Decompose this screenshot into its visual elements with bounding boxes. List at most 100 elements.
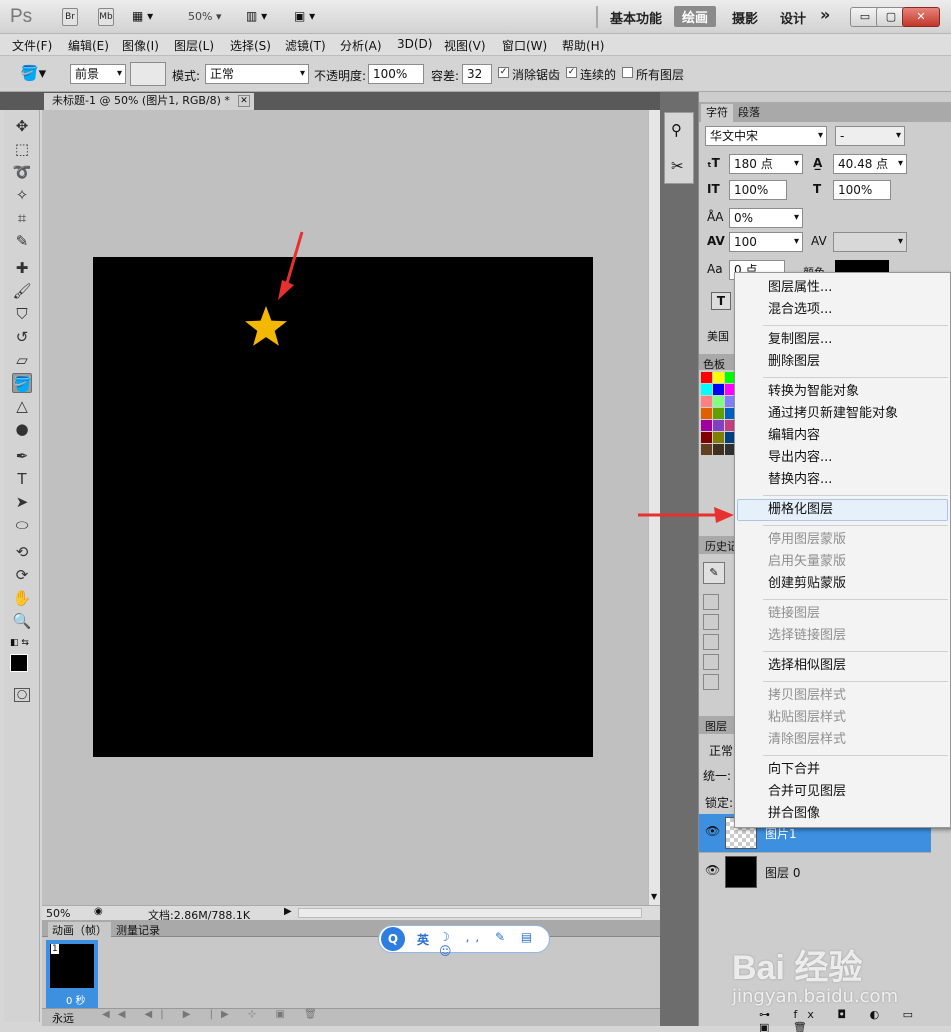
menu-layer-properties[interactable]: 图层属性... xyxy=(768,277,832,299)
paint-bucket-tool-icon[interactable]: 🪣 xyxy=(12,373,32,393)
tab-swatches[interactable]: 色板 xyxy=(703,356,725,372)
menu-window[interactable]: 窗口(W) xyxy=(502,37,547,54)
document-tab[interactable]: 未标题-1 @ 50% (图片1, RGB/8) * ✕ xyxy=(44,93,254,110)
history-checkbox[interactable] xyxy=(703,614,719,630)
marquee-tool-icon[interactable]: ⬚ xyxy=(12,139,32,159)
frame-1[interactable]: 1 0 秒 xyxy=(46,940,98,1008)
swatches-grid[interactable] xyxy=(701,372,737,458)
workspace-essentials[interactable]: 基本功能 xyxy=(610,8,662,27)
paint-bucket-icon[interactable]: 🪣▾ xyxy=(20,64,46,82)
zoom-level-dropdown[interactable]: 50% ▾ xyxy=(188,10,221,23)
default-colors-icon[interactable]: ◧ ⇆ xyxy=(10,638,29,648)
status-menu-arrow[interactable]: ▶ xyxy=(284,906,292,917)
menu-analysis[interactable]: 分析(A) xyxy=(340,37,382,54)
ime-language[interactable]: 英 xyxy=(417,931,429,948)
crop-tool-icon[interactable]: ⌗ xyxy=(12,208,32,228)
font-size-input[interactable]: 180 点 xyxy=(729,154,803,174)
bridge-button[interactable]: Br xyxy=(62,8,78,26)
tab-layers[interactable]: 图层 xyxy=(705,718,727,734)
text-style-bold-icon[interactable]: T xyxy=(711,292,731,310)
baseline-shift-input[interactable]: 0% xyxy=(729,208,803,228)
menu-help[interactable]: 帮助(H) xyxy=(562,37,604,54)
history-checkbox[interactable] xyxy=(703,654,719,670)
menu-create-clipping-mask[interactable]: 创建剪贴蒙版 xyxy=(768,573,846,595)
ime-tool-icons[interactable]: ☽ ,, ✎ ▤ ☺ xyxy=(439,930,549,958)
workspace-photography[interactable]: 摄影 xyxy=(732,8,758,27)
brush-tool-icon[interactable]: 🖌 xyxy=(12,281,32,301)
layer-row-layer0[interactable]: 👁 图层 0 xyxy=(699,852,931,890)
menu-new-smart-object-via-copy[interactable]: 通过拷贝新建智能对象 xyxy=(768,403,898,425)
3d-rotate-tool-icon[interactable]: ⟲ xyxy=(12,542,32,562)
type-tool-icon[interactable]: T xyxy=(12,469,32,489)
ime-logo-icon[interactable]: Q xyxy=(381,927,405,951)
menu-3d[interactable]: 3D(D) xyxy=(397,37,432,51)
healing-brush-tool-icon[interactable]: ✚ xyxy=(12,258,32,278)
antialias-checkbox[interactable]: ✓ xyxy=(498,67,509,78)
tab-character[interactable]: 字符 xyxy=(701,104,733,122)
menu-replace-contents[interactable]: 替换内容... xyxy=(768,469,832,491)
menu-convert-smart-object[interactable]: 转换为智能对象 xyxy=(768,381,859,403)
tolerance-input[interactable]: 32 xyxy=(462,64,492,84)
menu-edit[interactable]: 编辑(E) xyxy=(68,37,109,54)
tab-paragraph[interactable]: 段落 xyxy=(733,104,765,122)
path-selection-tool-icon[interactable]: ➤ xyxy=(12,492,32,512)
menu-duplicate-layer[interactable]: 复制图层... xyxy=(768,329,832,351)
menu-file[interactable]: 文件(F) xyxy=(12,37,52,54)
tab-animation[interactable]: 动画（帧） xyxy=(48,922,111,938)
menu-edit-contents[interactable]: 编辑内容 xyxy=(768,425,820,447)
pen-tool-icon[interactable]: ✒ xyxy=(12,446,32,466)
language-select[interactable]: 美国 xyxy=(707,328,729,344)
3d-orbit-tool-icon[interactable]: ⟳ xyxy=(12,565,32,585)
magic-wand-tool-icon[interactable]: ✧ xyxy=(12,185,32,205)
history-brush-tool-icon[interactable]: ↺ xyxy=(12,327,32,347)
font-family-select[interactable]: 华文中宋 xyxy=(705,126,827,146)
zoom-tool-icon[interactable]: 🔍 xyxy=(12,611,32,631)
menu-merge-visible[interactable]: 合并可见图层 xyxy=(768,781,846,803)
layer-name[interactable]: 图层 0 xyxy=(765,864,800,881)
tool-presets-icon[interactable]: ✂ xyxy=(671,157,684,175)
menu-select-similar-layers[interactable]: 选择相似图层 xyxy=(768,655,846,677)
eyedropper-tool-icon[interactable]: ✎ xyxy=(12,231,32,251)
blend-mode-select[interactable]: 正常 xyxy=(709,742,733,759)
pattern-picker[interactable] xyxy=(130,62,166,86)
hand-tool-icon[interactable]: ✋ xyxy=(12,588,32,608)
layer-actions[interactable]: ⊶ fx ◘ ◐ ▭ ▣ 🗑 xyxy=(759,1008,951,1032)
more-workspaces-button[interactable]: » xyxy=(820,5,830,24)
menu-layer[interactable]: 图层(L) xyxy=(174,37,214,54)
workspace-design[interactable]: 设计 xyxy=(780,8,806,27)
vertical-scale-input[interactable]: 100% xyxy=(729,180,787,200)
scroll-down-icon[interactable]: ▼ xyxy=(651,892,657,901)
screen-mode-button[interactable]: ▣ ▾ xyxy=(294,9,315,23)
menu-filter[interactable]: 滤镜(T) xyxy=(285,37,326,54)
history-brush-source-icon[interactable]: ✎ xyxy=(703,562,725,584)
history-checkbox[interactable] xyxy=(703,674,719,690)
frame-delay[interactable]: 0 秒 xyxy=(66,992,86,1007)
horizontal-scrollbar[interactable] xyxy=(298,908,642,918)
tab-measurement-log[interactable]: 测量记录 xyxy=(116,922,160,938)
arrange-documents-button[interactable]: ▥ ▾ xyxy=(246,9,267,23)
fill-source-select[interactable]: 前景 xyxy=(70,64,126,84)
foreground-color-swatch[interactable] xyxy=(10,654,28,672)
menu-delete-layer[interactable]: 删除图层 xyxy=(768,351,820,373)
menu-view[interactable]: 视图(V) xyxy=(444,37,486,54)
shape-tool-icon[interactable]: ⬭ xyxy=(12,515,32,535)
eye-icon[interactable]: 👁 xyxy=(705,863,720,877)
dodge-tool-icon[interactable]: ● xyxy=(12,419,32,439)
lasso-tool-icon[interactable]: ➰ xyxy=(12,162,32,182)
tracking-input[interactable]: 100 xyxy=(729,232,803,252)
minibridge-button[interactable]: Mb xyxy=(98,8,114,26)
kerning-input[interactable] xyxy=(833,232,907,252)
menu-export-contents[interactable]: 导出内容... xyxy=(768,447,832,469)
history-checkbox[interactable] xyxy=(703,634,719,650)
eraser-tool-icon[interactable]: ▱ xyxy=(12,350,32,370)
menu-blending-options[interactable]: 混合选项... xyxy=(768,299,832,321)
clone-stamp-tool-icon[interactable]: ⛉ xyxy=(12,304,32,324)
status-zoom[interactable]: 50% xyxy=(46,907,70,920)
close-tab-icon[interactable]: ✕ xyxy=(238,95,250,107)
mode-select[interactable]: 正常 xyxy=(205,64,309,84)
menu-image[interactable]: 图像(I) xyxy=(122,37,159,54)
playback-controls[interactable]: ◀◀ ◀| ▶ |▶ ⊹ ▣ 🗑 xyxy=(102,1009,325,1020)
view-extras-button[interactable]: ▦ ▾ xyxy=(132,9,164,25)
menu-select[interactable]: 选择(S) xyxy=(230,37,271,54)
opacity-input[interactable]: 100% xyxy=(368,64,424,84)
